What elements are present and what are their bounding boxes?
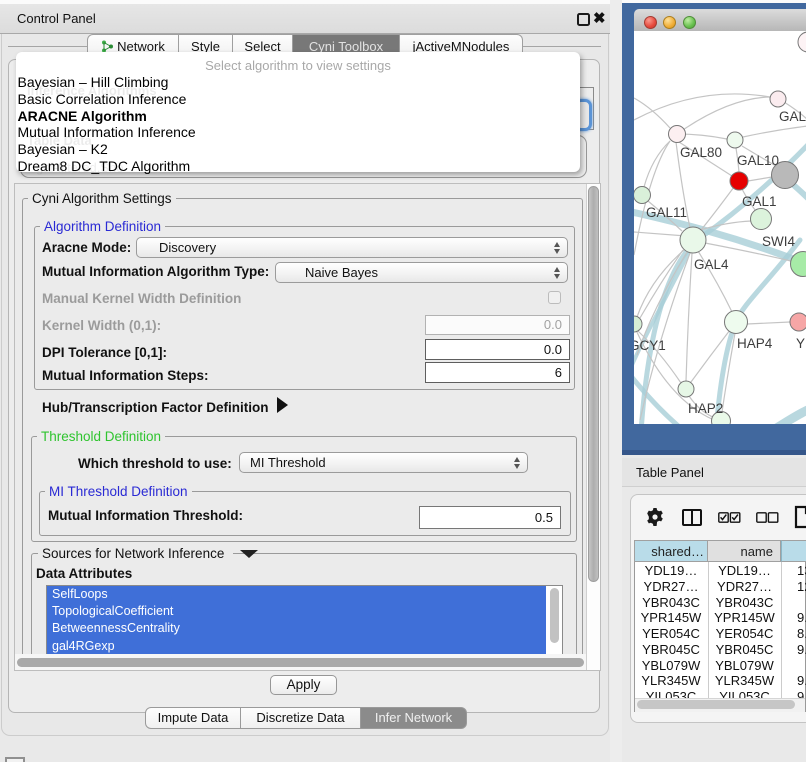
svg-text:HAP2: HAP2: [688, 401, 723, 416]
svg-text:GAL10: GAL10: [737, 153, 779, 168]
svg-text:Y: Y: [796, 336, 805, 351]
svg-text:SWI4: SWI4: [762, 234, 795, 249]
svg-text:GAL4: GAL4: [694, 257, 729, 272]
svg-text:GAL: GAL: [779, 109, 806, 124]
svg-text:HAP4: HAP4: [737, 336, 773, 351]
svg-text:GCY1: GCY1: [634, 338, 666, 353]
svg-text:GAL1: GAL1: [742, 194, 777, 209]
svg-text:GAL80: GAL80: [680, 145, 722, 160]
svg-text:GAL11: GAL11: [646, 205, 687, 220]
